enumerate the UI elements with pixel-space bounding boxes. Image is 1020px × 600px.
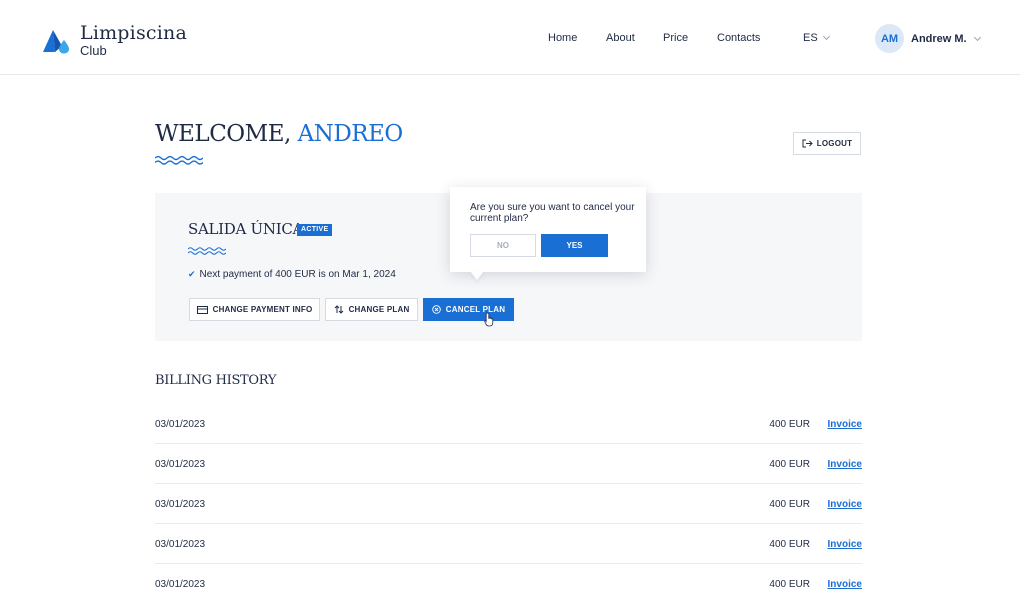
billing-amount: 400 EUR bbox=[769, 579, 810, 590]
billing-date: 03/01/2023 bbox=[155, 579, 206, 590]
billing-date: 03/01/2023 bbox=[155, 499, 206, 510]
change-payment-info-button[interactable]: CHANGE PAYMENT INFO bbox=[189, 298, 320, 321]
next-payment-info: ✔ Next payment of 400 EUR is on Mar 1, 2… bbox=[188, 269, 396, 280]
site-header: Limpiscina Club Home About Price Contact… bbox=[0, 0, 1020, 75]
table-row: 03/01/2023 400 EUR Invoice bbox=[155, 484, 862, 524]
table-row: 03/01/2023 400 EUR Invoice bbox=[155, 444, 862, 484]
nav-about[interactable]: About bbox=[606, 32, 635, 44]
user-name: Andrew M. bbox=[911, 32, 967, 45]
language-label: ES bbox=[803, 32, 818, 44]
nav-home[interactable]: Home bbox=[548, 32, 577, 44]
table-row: 03/01/2023 400 EUR Invoice bbox=[155, 404, 862, 444]
hand-cursor-icon bbox=[484, 312, 494, 327]
language-selector[interactable]: ES bbox=[803, 32, 830, 44]
invoice-link[interactable]: Invoice bbox=[828, 499, 862, 510]
brand-subname: Club bbox=[80, 43, 107, 58]
billing-history-title: BILLING HISTORY bbox=[155, 373, 277, 388]
next-payment-text: Next payment of 400 EUR is on Mar 1, 202… bbox=[199, 269, 396, 280]
plan-title: SALIDA ÚNICA bbox=[188, 220, 304, 238]
logout-label: LOGOUT bbox=[816, 139, 853, 148]
nav-contacts[interactable]: Contacts bbox=[717, 32, 760, 44]
page-title: WELCOME, ANDREO bbox=[155, 121, 403, 147]
billing-date: 03/01/2023 bbox=[155, 419, 206, 430]
billing-amount: 400 EUR bbox=[769, 459, 810, 470]
cancel-plan-button[interactable]: CANCEL PLAN bbox=[423, 298, 514, 321]
wave-decoration-icon bbox=[155, 155, 203, 165]
swap-arrows-icon bbox=[334, 305, 343, 314]
popover-arrow bbox=[470, 271, 484, 280]
billing-amount: 400 EUR bbox=[769, 539, 810, 550]
user-menu[interactable]: AM Andrew M. bbox=[875, 24, 981, 53]
status-badge: ACTIVE bbox=[297, 224, 333, 236]
cancel-circle-icon bbox=[432, 305, 441, 314]
invoice-link[interactable]: Invoice bbox=[828, 459, 862, 470]
nav-price[interactable]: Price bbox=[663, 32, 688, 44]
credit-card-icon bbox=[196, 305, 208, 314]
water-drop-logo-icon bbox=[43, 29, 69, 53]
billing-date: 03/01/2023 bbox=[155, 539, 206, 550]
table-row: 03/01/2023 400 EUR Invoice bbox=[155, 564, 862, 600]
logout-icon bbox=[802, 139, 813, 148]
invoice-link[interactable]: Invoice bbox=[828, 579, 862, 590]
billing-date: 03/01/2023 bbox=[155, 459, 206, 470]
chevron-down-icon bbox=[822, 32, 830, 41]
billing-amount: 400 EUR bbox=[769, 419, 810, 430]
cancel-plan-confirm-popover: Are you sure you want to cancel your cur… bbox=[450, 187, 646, 272]
chevron-down-icon bbox=[973, 33, 981, 41]
cancel-plan-label: CANCEL PLAN bbox=[445, 305, 506, 314]
billing-amount: 400 EUR bbox=[769, 499, 810, 510]
welcome-prefix: WELCOME, bbox=[155, 121, 291, 147]
confirm-no-button[interactable]: NO bbox=[470, 234, 536, 257]
change-plan-label: CHANGE PLAN bbox=[348, 305, 410, 314]
table-row: 03/01/2023 400 EUR Invoice bbox=[155, 524, 862, 564]
confirm-question: Are you sure you want to cancel your cur… bbox=[470, 202, 635, 224]
confirm-yes-button[interactable]: YES bbox=[541, 234, 608, 257]
logout-button[interactable]: LOGOUT bbox=[793, 132, 861, 155]
avatar: AM bbox=[875, 24, 904, 53]
change-plan-button[interactable]: CHANGE PLAN bbox=[325, 298, 418, 321]
checkmark-icon: ✔ bbox=[188, 269, 196, 279]
invoice-link[interactable]: Invoice bbox=[828, 419, 862, 430]
invoice-link[interactable]: Invoice bbox=[828, 539, 862, 550]
brand-name: Limpiscina bbox=[80, 22, 187, 44]
change-payment-info-label: CHANGE PAYMENT INFO bbox=[212, 305, 313, 314]
welcome-user-name: ANDREO bbox=[297, 121, 404, 147]
brand-logo[interactable]: Limpiscina Club bbox=[42, 24, 187, 57]
wave-decoration-icon bbox=[188, 247, 226, 255]
